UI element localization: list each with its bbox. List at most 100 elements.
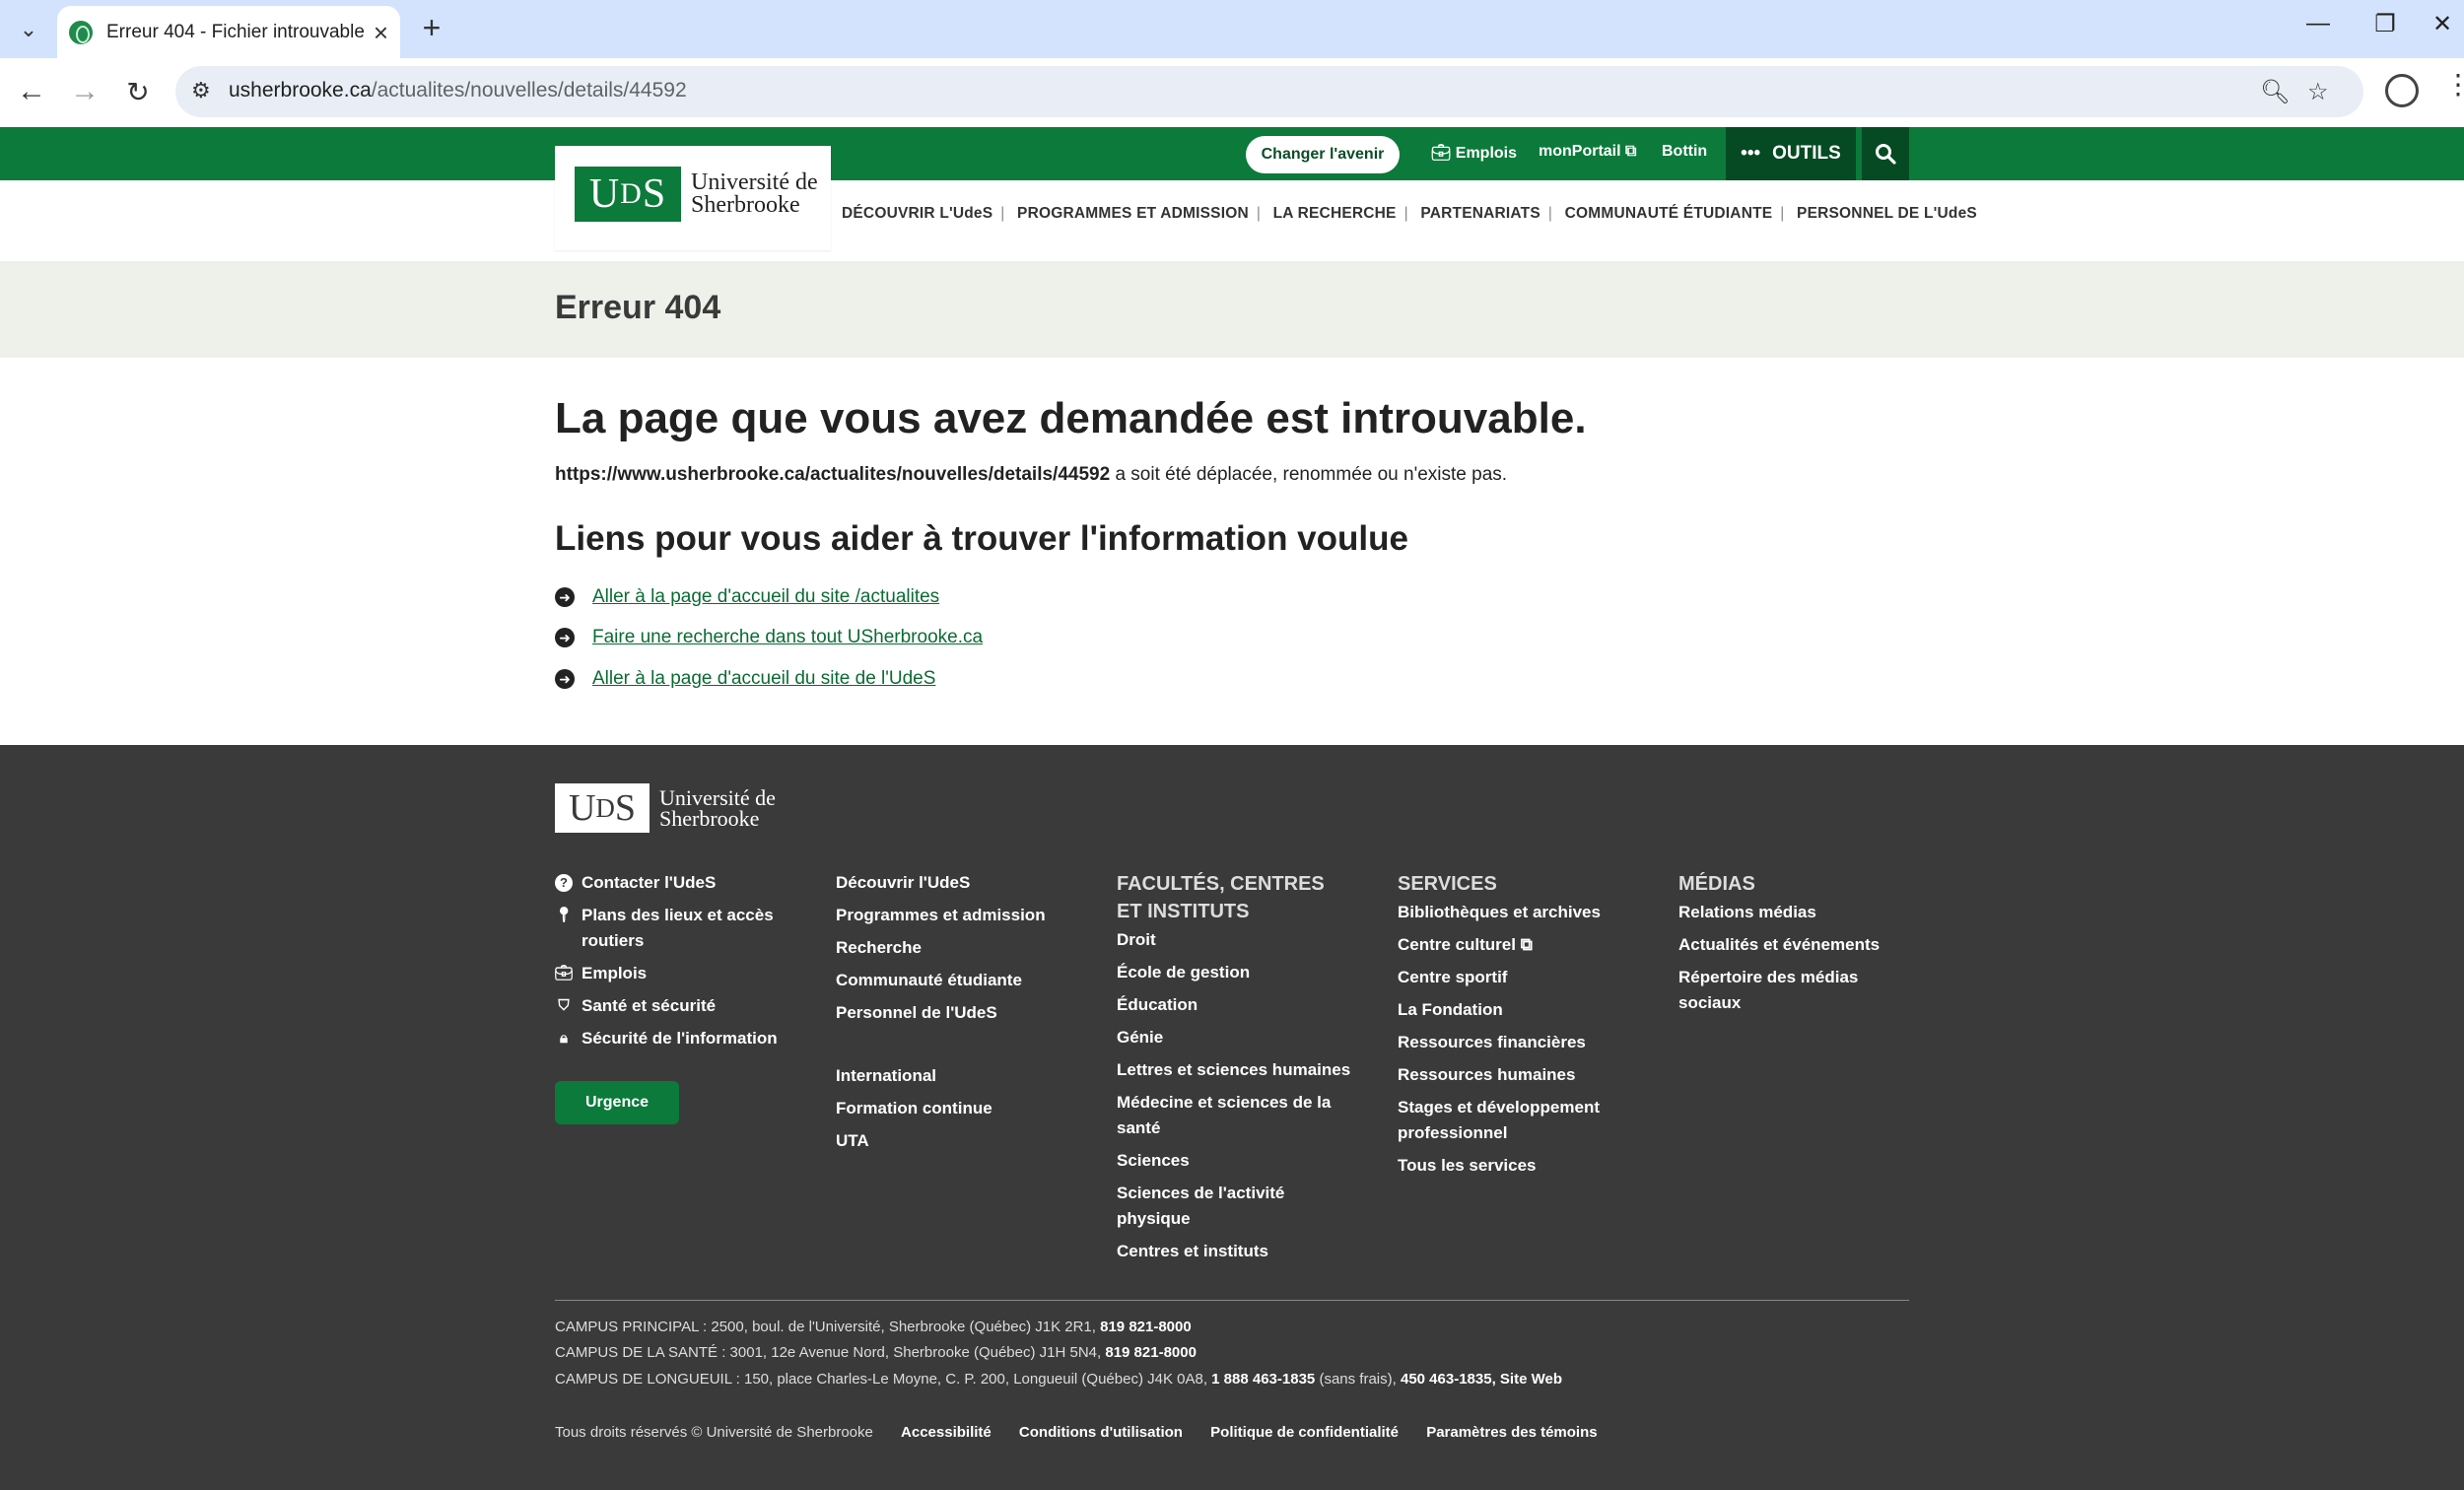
uds-logo-name: Université de Sherbrooke	[691, 169, 818, 218]
footer-link-plans[interactable]: 📍︎ Plans des lieux et accès routiers	[554, 903, 791, 954]
footer-link[interactable]: Ressources humaines	[1398, 1062, 1624, 1088]
browser-tab[interactable]: Erreur 404 - Fichier introuvable ×	[57, 6, 400, 58]
footer-link[interactable]: UTA	[836, 1128, 1082, 1154]
page-title: Erreur 404	[555, 289, 721, 326]
footer-link[interactable]: Programmes et admission	[836, 903, 1082, 928]
site-web-link[interactable]: Site Web	[1500, 1371, 1562, 1388]
footer-logo[interactable]: UDS Université de Sherbrooke	[555, 783, 776, 833]
footer-link-contact[interactable]: ? Contacter l'UdeS	[555, 870, 791, 896]
favicon-icon	[69, 20, 93, 44]
reload-icon[interactable]: ↻	[118, 72, 158, 111]
arrow-right-icon: ➜	[555, 587, 575, 607]
phone-link[interactable]: 819 821-8000	[1105, 1344, 1197, 1361]
footer-contact-column: ? Contacter l'UdeS 📍︎ Plans des lieux et a…	[554, 870, 791, 1058]
arrow-right-icon: ➜	[555, 628, 575, 647]
footer-link-sante[interactable]: ⛉ Santé et sécurité	[555, 993, 791, 1019]
topbar-link-monportail[interactable]: monPortail ⧉	[1539, 143, 1636, 161]
footer-link[interactable]: Médecine et sciences de la santé	[1117, 1090, 1353, 1141]
phone-link[interactable]: 1 888 463-1835	[1211, 1371, 1315, 1388]
site-search-button[interactable]	[1862, 127, 1909, 180]
footer-link[interactable]: Ressources financières	[1398, 1030, 1624, 1055]
restore-icon[interactable]: ❐	[2365, 10, 2405, 38]
legal-link-confidentialite[interactable]: Politique de confidentialité	[1210, 1424, 1399, 1441]
window-close-icon[interactable]: ✕	[2423, 10, 2462, 38]
footer-link[interactable]: Tous les services	[1398, 1153, 1624, 1179]
footer-heading-services: SERVICES	[1398, 873, 1497, 895]
legal-link-accessibilite[interactable]: Accessibilité	[901, 1424, 992, 1441]
browser-toolbar: ← → ↻ ⚙ usherbrooke.ca/actualites/nouvel…	[0, 58, 2464, 127]
phone-link[interactable]: 819 821-8000	[1100, 1319, 1192, 1335]
change-future-button[interactable]: Changer l'avenir	[1246, 136, 1400, 173]
footer-link[interactable]: Bibliothèques et archives	[1398, 900, 1624, 925]
address-health-campus: CAMPUS DE LA SANTÉ : 3001, 12e Avenue No…	[555, 1344, 1197, 1361]
urgence-button[interactable]: Urgence	[555, 1081, 679, 1124]
footer-link[interactable]: Formation continue	[836, 1096, 1082, 1121]
footer-logo-mark: UDS	[555, 783, 650, 833]
footer-link[interactable]: Actualités et événements	[1678, 932, 1895, 958]
topbar-link-emplois[interactable]: 💼︎ Emplois	[1431, 143, 1517, 163]
footer-link[interactable]: Sciences	[1117, 1148, 1353, 1174]
bookmark-star-icon[interactable]: ☆	[2307, 78, 2329, 106]
footer-link[interactable]: Génie	[1117, 1025, 1353, 1050]
dots-icon: •••	[1741, 143, 1761, 164]
help-link-search[interactable]: Faire une recherche dans tout USherbrook…	[592, 627, 983, 648]
url-text: usherbrooke.ca/actualites/nouvelles/deta…	[229, 79, 687, 102]
footer-link[interactable]: Communauté étudiante	[836, 968, 1082, 993]
legal-link-temoins[interactable]: Paramètres des témoins	[1426, 1424, 1597, 1441]
help-link-item: ➜ Faire une recherche dans tout USherbroo…	[555, 627, 983, 648]
help-link-item: ➜ Aller à la page d'accueil du site de l'…	[555, 668, 935, 690]
address-bar[interactable]: ⚙ usherbrooke.ca/actualites/nouvelles/de…	[175, 66, 2363, 117]
error-heading: La page que vous avez demandée est intro…	[555, 394, 1587, 442]
nav-item-personnel[interactable]: PERSONNEL DE L'UdeS	[1797, 205, 1977, 222]
nav-item-recherche[interactable]: LA RECHERCHE	[1273, 205, 1397, 222]
footer-link[interactable]: École de gestion	[1117, 960, 1353, 985]
browser-menu-icon[interactable]: ⋮	[2444, 68, 2464, 101]
profile-icon[interactable]	[2385, 74, 2419, 107]
footer-link[interactable]: Lettres et sciences humaines	[1117, 1057, 1353, 1083]
footer-link[interactable]: Répertoire des médias sociaux	[1678, 965, 1895, 1016]
legal-link-conditions[interactable]: Conditions d'utilisation	[1019, 1424, 1183, 1441]
footer-link[interactable]: La Fondation	[1398, 997, 1624, 1023]
footer-link[interactable]: Droit	[1117, 927, 1353, 953]
footer-link[interactable]: Recherche	[836, 935, 1082, 961]
back-arrow-icon[interactable]: ←	[12, 72, 51, 111]
nav-item-communaute[interactable]: COMMUNAUTÉ ÉTUDIANTE	[1565, 205, 1773, 222]
nav-item-partenariats[interactable]: PARTENARIATS	[1420, 205, 1540, 222]
footer-link[interactable]: Découvrir l'UdeS	[836, 870, 1082, 896]
footer-link[interactable]: Centres et instituts	[1117, 1239, 1353, 1264]
footer-link-securite[interactable]: 🔒︎ Sécurité de l'information	[555, 1026, 791, 1051]
footer-link[interactable]: Sciences de l'activité physique	[1117, 1181, 1353, 1232]
uds-logo-mark: UDS	[575, 167, 681, 222]
help-link-actualites[interactable]: Aller à la page d'accueil du site /actua…	[592, 586, 939, 608]
help-link-home[interactable]: Aller à la page d'accueil du site de l'U…	[592, 668, 935, 690]
footer-link[interactable]: Personnel de l'UdeS	[836, 1000, 1082, 1026]
briefcase-icon: 💼︎	[554, 965, 574, 982]
phone-link[interactable]: 450 463-1835,	[1401, 1371, 1496, 1388]
topbar-link-bottin[interactable]: Bottin	[1662, 143, 1707, 161]
minimize-icon[interactable]: —	[2298, 10, 2338, 37]
tab-search-chevron-icon[interactable]: ⌄	[8, 12, 49, 47]
nav-item-programmes[interactable]: PROGRAMMES ET ADMISSION	[1017, 205, 1249, 222]
footer-link[interactable]: Relations médias	[1678, 900, 1895, 925]
footer-link[interactable]: Stages et développement professionnel	[1398, 1095, 1624, 1146]
new-tab-icon[interactable]: +	[414, 10, 449, 45]
site-logo[interactable]: UDS Université de Sherbrooke	[555, 146, 831, 250]
search-icon	[1876, 144, 1896, 165]
site-info-icon[interactable]: ⚙	[191, 78, 211, 103]
footer-link[interactable]: Centre sportif	[1398, 965, 1624, 990]
zoom-icon[interactable]: 🔍︎	[2260, 78, 2290, 106]
tab-close-icon[interactable]: ×	[374, 20, 388, 45]
tools-button[interactable]: ••• OUTILS	[1726, 127, 1856, 180]
main-nav: DÉCOUVRIR L'UdeS | PROGRAMMES ET ADMISSIO…	[842, 205, 1977, 222]
lock-icon: 🔒︎	[560, 1030, 568, 1047]
question-icon: ?	[555, 874, 573, 892]
footer-medias-column: MÉDIAS Relations médias Actualités et év…	[1678, 870, 1895, 1023]
footer-link-emplois[interactable]: 💼︎ Emplois	[554, 961, 791, 986]
footer-link[interactable]: Éducation	[1117, 992, 1353, 1018]
footer-link-centre-culturel[interactable]: Centre culturel ⧉	[1398, 932, 1624, 958]
browser-tabstrip: ⌄ Erreur 404 - Fichier introuvable × + —…	[0, 0, 2464, 58]
footer-link[interactable]: International	[836, 1063, 1082, 1089]
nav-item-decouvrir[interactable]: DÉCOUVRIR L'UdeS	[842, 205, 992, 222]
page-title-band	[0, 261, 2464, 358]
forward-arrow-icon[interactable]: →	[65, 72, 104, 111]
